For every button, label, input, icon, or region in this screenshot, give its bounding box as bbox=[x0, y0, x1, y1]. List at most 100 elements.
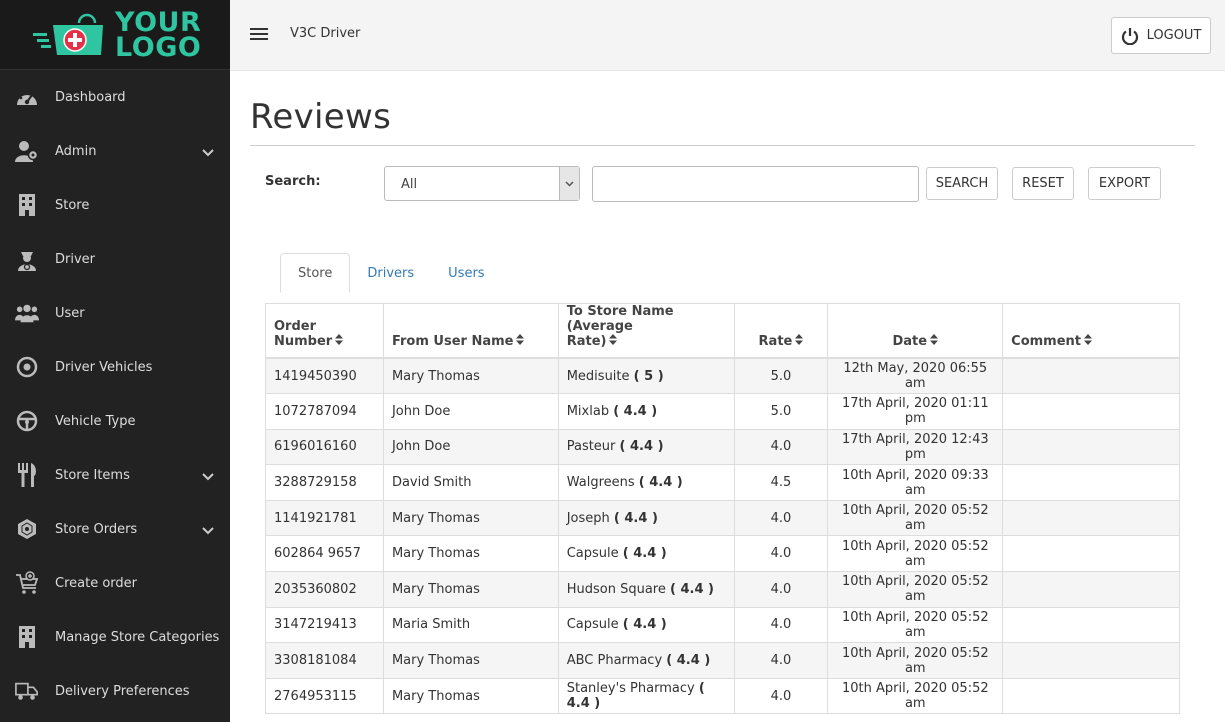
average-rate: ( 4.4 ) bbox=[666, 653, 711, 669]
table-row: 2035360802 Mary Thomas Hudson Square ( 4.4… bbox=[265, 571, 1180, 608]
order-number-cell: 1072787094 bbox=[265, 393, 384, 430]
sort-icon bbox=[795, 334, 804, 349]
sidebar-item-driver-vehicles[interactable]: Driver Vehicles bbox=[0, 340, 230, 394]
sidebar-item-admin[interactable]: Admin bbox=[0, 124, 230, 178]
reviews-table: Order Number From User Name To Store Nam… bbox=[265, 303, 1180, 715]
sidebar-item-store[interactable]: Store bbox=[0, 178, 230, 232]
column-header-from-user[interactable]: From User Name bbox=[382, 303, 559, 359]
comment-cell bbox=[1002, 642, 1180, 679]
date-cell: 10th April, 2020 05:52 am bbox=[827, 642, 1004, 679]
store-name-cell: Stanley's Pharmacy ( 4.4 ) bbox=[557, 677, 735, 715]
sidebar-item-user[interactable]: User bbox=[0, 286, 230, 340]
order-number-cell: 602864 9657 bbox=[265, 535, 384, 573]
comment-cell bbox=[1002, 428, 1180, 466]
order-number-cell: 1419450390 bbox=[265, 357, 384, 395]
sidebar-item-label: Admin bbox=[55, 143, 97, 159]
page-title: Reviews bbox=[250, 97, 392, 137]
order-number-cell: 2035360802 bbox=[265, 571, 384, 608]
date-cell: 10th April, 2020 05:52 am bbox=[827, 606, 1004, 644]
rate-cell: 4.0 bbox=[733, 642, 829, 679]
chevron-down-icon bbox=[202, 146, 214, 161]
column-header-order-number[interactable]: Order Number bbox=[265, 303, 384, 359]
user-name-cell: Mary Thomas bbox=[382, 571, 559, 608]
reset-button[interactable]: RESET bbox=[1012, 167, 1074, 200]
order-number-cell: 3288729158 bbox=[265, 464, 384, 501]
logout-button[interactable]: LOGOUT bbox=[1111, 17, 1211, 54]
table-row: 3147219413 Maria Smith Capsule ( 4.4 ) 4.0 1… bbox=[265, 606, 1180, 644]
date-cell: 10th April, 2020 05:52 am bbox=[827, 535, 1004, 573]
column-header-date[interactable]: Date bbox=[827, 303, 1004, 359]
average-rate: ( 4.4 ) bbox=[613, 510, 658, 526]
table-row: 1141921781 Mary Thomas Joseph ( 4.4 ) 4.0 10… bbox=[265, 499, 1180, 537]
column-header-to-store[interactable]: To Store Name (Average Rate) bbox=[557, 303, 735, 359]
sidebar-item-store-items[interactable]: Store Items bbox=[0, 448, 230, 502]
table-row: 6196016160 John Doe Pasteur ( 4.4 ) 4.0 17th… bbox=[265, 428, 1180, 466]
user-name-cell: Mary Thomas bbox=[382, 677, 559, 715]
comment-cell bbox=[1002, 535, 1180, 573]
building-icon bbox=[15, 625, 39, 649]
chevron-down-icon[interactable] bbox=[559, 167, 579, 200]
sidebar-nav: Dashboard Admin Store Driver User Driver… bbox=[0, 70, 230, 718]
rate-cell: 5.0 bbox=[733, 357, 829, 395]
store-name-cell: Capsule ( 4.4 ) bbox=[557, 606, 735, 644]
comment-cell bbox=[1002, 499, 1180, 537]
tab-users[interactable]: Users bbox=[431, 253, 501, 293]
sidebar-item-label: Driver Vehicles bbox=[55, 359, 153, 375]
sidebar-item-store-orders[interactable]: Store Orders bbox=[0, 502, 230, 556]
user-name-cell: John Doe bbox=[382, 393, 559, 430]
comment-cell bbox=[1002, 357, 1180, 395]
logo-line-1: YOUR bbox=[115, 6, 202, 38]
sort-icon bbox=[335, 334, 344, 349]
admin-icon bbox=[15, 139, 39, 163]
search-input[interactable] bbox=[592, 166, 919, 202]
table-row: 2764953115 Mary Thomas Stanley's Pharmacy … bbox=[265, 677, 1180, 715]
table-row: 1419450390 Mary Thomas Medisuite ( 5 ) 5.0 1… bbox=[265, 357, 1180, 395]
user-name-cell: Maria Smith bbox=[382, 606, 559, 644]
date-cell: 10th April, 2020 09:33 am bbox=[827, 464, 1004, 501]
column-header-rate[interactable]: Rate bbox=[733, 303, 829, 359]
sidebar-item-manage-store-categories[interactable]: Manage Store Categories bbox=[0, 610, 230, 664]
sort-icon bbox=[930, 334, 939, 349]
date-cell: 10th April, 2020 05:52 am bbox=[827, 677, 1004, 715]
rate-cell: 4.0 bbox=[733, 571, 829, 608]
comment-cell bbox=[1002, 393, 1180, 430]
order-number-cell: 3147219413 bbox=[265, 606, 384, 644]
sidebar-item-label: Store Orders bbox=[55, 521, 138, 537]
order-number-cell: 1141921781 bbox=[265, 499, 384, 537]
rate-cell: 4.0 bbox=[733, 606, 829, 644]
average-rate: ( 4.4 ) bbox=[619, 439, 664, 455]
comment-cell bbox=[1002, 571, 1180, 608]
search-button[interactable]: SEARCH bbox=[926, 167, 998, 200]
average-rate: ( 4.4 ) bbox=[670, 581, 714, 597]
sidebar-item-label: Delivery Preferences bbox=[55, 683, 190, 699]
user-name-cell: Mary Thomas bbox=[382, 642, 559, 679]
rate-cell: 5.0 bbox=[733, 393, 829, 430]
logo[interactable]: YOUR LOGO bbox=[0, 0, 230, 70]
steering-wheel-icon bbox=[15, 409, 39, 433]
order-number-cell: 3308181084 bbox=[265, 642, 384, 679]
sidebar-item-delivery-preferences[interactable]: Delivery Preferences bbox=[0, 664, 230, 718]
driver-icon bbox=[15, 247, 39, 271]
export-button[interactable]: EXPORT bbox=[1088, 167, 1161, 200]
tab-store[interactable]: Store bbox=[280, 253, 351, 293]
sidebar-item-driver[interactable]: Driver bbox=[0, 232, 230, 286]
sidebar-item-label: Vehicle Type bbox=[55, 413, 136, 429]
tab-drivers[interactable]: Drivers bbox=[350, 253, 431, 293]
sidebar-item-dashboard[interactable]: Dashboard bbox=[0, 70, 230, 124]
sidebar: YOUR LOGO Dashboard Admin Store Driver U… bbox=[0, 0, 230, 722]
sidebar-item-vehicle-type[interactable]: Vehicle Type bbox=[0, 394, 230, 448]
main-content: Reviews Search: All SEARCH RESET EXPORT … bbox=[230, 71, 1225, 722]
truck-icon bbox=[15, 679, 39, 703]
hamburger-menu-icon[interactable] bbox=[250, 28, 268, 40]
user-name-cell: David Smith bbox=[382, 464, 559, 501]
sidebar-item-label: User bbox=[55, 305, 85, 321]
store-name-cell: Medisuite ( 5 ) bbox=[557, 357, 735, 395]
search-field-select[interactable]: All bbox=[384, 166, 580, 201]
review-tabs: Store Drivers Users bbox=[280, 253, 502, 293]
sidebar-item-create-order[interactable]: Create order bbox=[0, 556, 230, 610]
date-cell: 10th April, 2020 05:52 am bbox=[827, 571, 1004, 608]
date-cell: 10th April, 2020 05:52 am bbox=[827, 499, 1004, 537]
sidebar-item-label: Driver bbox=[55, 251, 96, 267]
column-header-comment[interactable]: Comment bbox=[1002, 303, 1180, 359]
table-row: 3308181084 Mary Thomas ABC Pharmacy ( 4.4 … bbox=[265, 642, 1180, 679]
